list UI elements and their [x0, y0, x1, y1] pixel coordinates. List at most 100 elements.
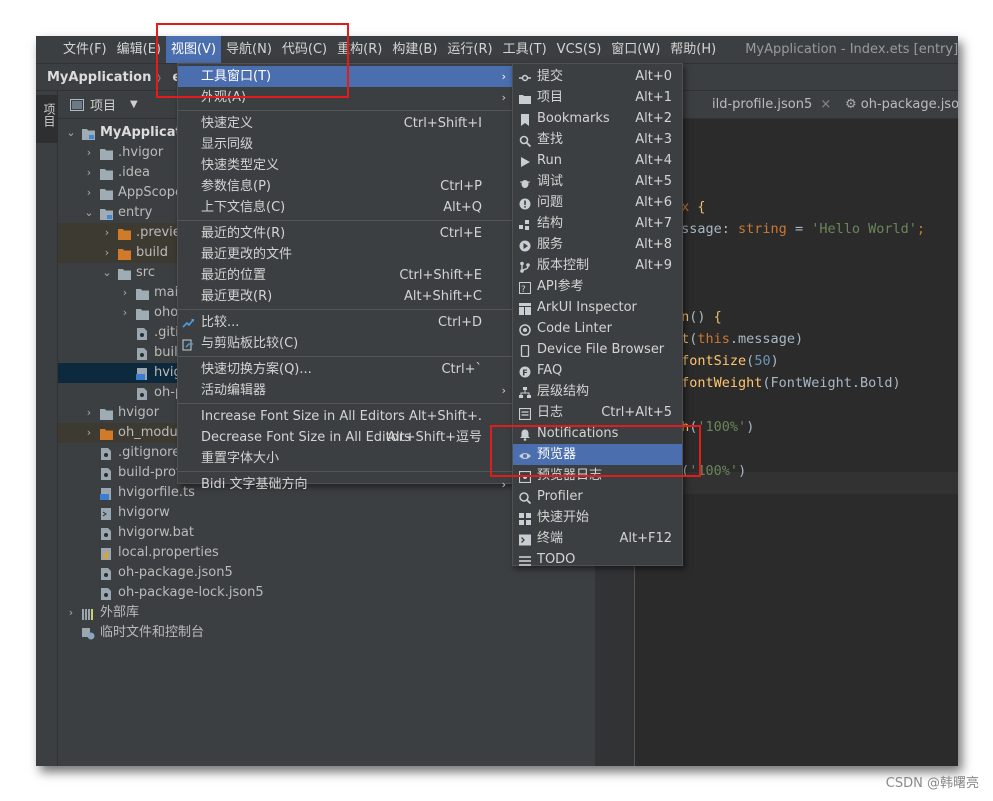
menu-item[interactable]: 快速切换方案(Q)... Ctrl+`	[178, 359, 512, 380]
menu-item[interactable]: 日志 Ctrl+Alt+5	[513, 402, 682, 423]
menu-item[interactable]: 最近更改的文件	[178, 244, 512, 265]
menu-item[interactable]: Run Alt+4	[513, 150, 682, 171]
menu-item-shortcut: Ctrl+D	[437, 315, 482, 330]
menu-item-label: 参数信息(P)	[201, 179, 271, 194]
project-tool-label: 项目	[42, 103, 56, 127]
chevron-right-icon[interactable]: ›	[102, 243, 112, 263]
menu-item[interactable]: 快速定义 Ctrl+Shift+I	[178, 113, 512, 134]
menu-item[interactable]: 层级结构	[513, 381, 682, 402]
tree-row[interactable]: oh-package-lock.json5	[58, 583, 595, 603]
menu-item[interactable]: Increase Font Size in All Editors Alt+Shi…	[178, 406, 512, 427]
tree-row[interactable]: › 外部库	[58, 603, 595, 623]
menu-item[interactable]: 活动编辑器 ›	[178, 380, 512, 401]
menu-item[interactable]: Bidi 文字基础方向 ›	[178, 474, 512, 495]
tree-row[interactable]: 临时文件和控制台	[58, 623, 595, 643]
menu-item-9[interactable]: VCS(S)	[552, 36, 607, 63]
menu-item[interactable]: 显示同级	[178, 134, 512, 155]
inspector-icon	[519, 301, 531, 315]
chevron-right-icon[interactable]: ›	[120, 303, 130, 323]
chevron-right-icon[interactable]: ›	[102, 223, 112, 243]
menu-item[interactable]: ? API参考	[513, 276, 682, 297]
tab-label: oh-package.json5	[860, 97, 958, 112]
menu-item-6[interactable]: 构建(B)	[387, 36, 442, 63]
menu-item[interactable]: Profiler	[513, 486, 682, 507]
menu-item[interactable]: 版本控制 Alt+9	[513, 255, 682, 276]
tree-item-label: hvigorw	[118, 505, 170, 520]
menu-item-shortcut: Alt+F12	[619, 531, 672, 546]
menu-item[interactable]: ArkUI Inspector	[513, 297, 682, 318]
menu-item[interactable]: Bookmarks Alt+2	[513, 108, 682, 129]
tree-item-label: .hvigor	[118, 145, 164, 160]
menu-item-label: 服务	[537, 237, 564, 252]
menu-item[interactable]: 项目 Alt+1	[513, 87, 682, 108]
menu-item-label: 快速开始	[537, 510, 590, 525]
menu-item-label: Code Linter	[537, 321, 612, 336]
menu-item-11[interactable]: 帮助(H)	[665, 36, 721, 63]
tab-build-profile[interactable]: ild-profile.json5 ×	[712, 91, 831, 119]
chevron-right-icon[interactable]: ›	[84, 143, 94, 163]
chevron-right-icon[interactable]: ›	[84, 403, 94, 423]
menu-item[interactable]: 参数信息(P) Ctrl+P	[178, 176, 512, 197]
compare-clipboard-icon	[182, 337, 194, 351]
close-icon[interactable]: ×	[820, 97, 831, 112]
tab-oh-package[interactable]: ⚙ oh-package.json5 ×	[845, 91, 958, 119]
menu-item[interactable]: 查找 Alt+3	[513, 129, 682, 150]
menu-item[interactable]: F FAQ	[513, 360, 682, 381]
tree-item-label: AppScope	[118, 185, 183, 200]
menu-item-label: Device File Browser	[537, 342, 665, 357]
menu-item[interactable]: 最近更改(R) Alt+Shift+C	[178, 286, 512, 307]
project-tool-tab[interactable]: 项目	[36, 95, 58, 143]
menu-item-shortcut: Ctrl+P	[440, 179, 482, 194]
menu-item[interactable]: 上下文信息(C) Alt+Q	[178, 197, 512, 218]
menu-item[interactable]: 最近的文件(R) Ctrl+E	[178, 223, 512, 244]
quickstart-icon	[519, 511, 531, 525]
tree-item-label: oh-package.json5	[118, 565, 233, 580]
faq-icon: F	[519, 364, 531, 378]
chevron-down-icon[interactable]: ⌄	[66, 123, 76, 143]
menu-item-shortcut: Ctrl+Shift+E	[399, 268, 482, 283]
folder-icon	[100, 167, 113, 180]
folder-icon	[136, 307, 149, 320]
code-token: (FontWeight.Bold)	[762, 375, 901, 391]
chevron-down-icon[interactable]: ⌄	[84, 203, 94, 223]
chevron-right-icon: ›	[501, 478, 506, 491]
ts-file-icon	[100, 487, 113, 500]
json-file-icon: ⚙	[845, 97, 857, 112]
menu-item-label: Decrease Font Size in All Editors	[201, 430, 411, 445]
menu-item[interactable]: Device File Browser	[513, 339, 682, 360]
menu-item-label: 最近的位置	[201, 268, 267, 283]
menu-item-7[interactable]: 运行(R)	[442, 36, 497, 63]
log-icon	[518, 406, 532, 421]
menu-item[interactable]: Code Linter	[513, 318, 682, 339]
menu-item[interactable]: 终端 Alt+F12	[513, 528, 682, 549]
breadcrumb-project[interactable]: MyApplication	[47, 70, 151, 85]
chevron-right-icon[interactable]: ›	[84, 183, 94, 203]
menu-item[interactable]: 重置字体大小	[178, 448, 512, 469]
menu-item[interactable]: TODO	[513, 549, 682, 570]
file-icon	[100, 447, 113, 460]
menu-item[interactable]: 调试 Alt+5	[513, 171, 682, 192]
annotation-box-previewer	[490, 425, 701, 477]
chevron-right-icon[interactable]: ›	[120, 283, 130, 303]
chevron-down-icon[interactable]: ▼	[130, 99, 138, 110]
chevron-down-icon[interactable]: ⌄	[102, 263, 112, 283]
annotation-box-view-menu	[156, 23, 349, 98]
chevron-right-icon[interactable]: ›	[84, 163, 94, 183]
chevron-right-icon[interactable]: ›	[84, 423, 94, 443]
scratch-icon	[82, 627, 95, 640]
menu-item[interactable]: 最近的位置 Ctrl+Shift+E	[178, 265, 512, 286]
menu-item[interactable]: 比较... Ctrl+D	[178, 312, 512, 333]
menu-item-10[interactable]: 窗口(W)	[606, 36, 665, 63]
chevron-right-icon[interactable]: ›	[66, 603, 76, 623]
menu-item[interactable]: 快速类型定义	[178, 155, 512, 176]
todo-icon	[519, 553, 531, 566]
menu-item[interactable]: 结构 Alt+7	[513, 213, 682, 234]
menu-item[interactable]: 提交 Alt+0	[513, 66, 682, 87]
menu-item[interactable]: 服务 Alt+8	[513, 234, 682, 255]
menu-item-8[interactable]: 工具(T)	[498, 36, 552, 63]
menu-item-0[interactable]: 文件(F)	[58, 36, 112, 63]
menu-item[interactable]: 问题 Alt+6	[513, 192, 682, 213]
menu-item[interactable]: 快速开始	[513, 507, 682, 528]
menu-item[interactable]: 与剪贴板比较(C)	[178, 333, 512, 354]
menu-item[interactable]: Decrease Font Size in All Editors Alt+Shi…	[178, 427, 512, 448]
